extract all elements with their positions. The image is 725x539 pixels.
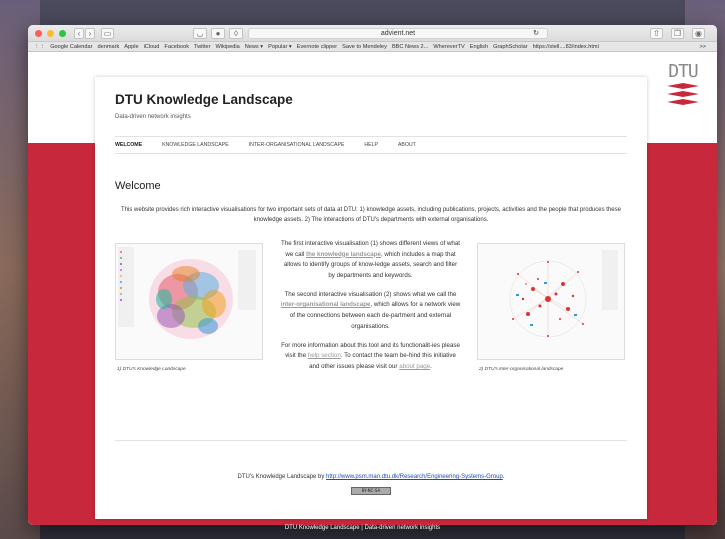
downloads-icon[interactable]: ◉	[692, 28, 705, 39]
address-bar[interactable]: advient.net ↻	[248, 28, 548, 39]
p2-text: The second interactive visualisation (2)…	[284, 290, 457, 298]
apps-grid-icon[interactable]: ⋮⋮	[34, 44, 45, 50]
knowledge-landscape-map-image	[116, 244, 262, 359]
inter-organisational-landscape-link[interactable]: inter-organisational landscape	[281, 301, 371, 308]
bookmark-item[interactable]: BBC News 2...	[392, 44, 428, 50]
site-subtitle: Data-driven network insights	[115, 114, 191, 120]
intro-paragraph: This website provides rich interactive v…	[121, 207, 621, 223]
evernote-icon[interactable]: ●	[211, 28, 225, 39]
browser-window: ‹ › ▭ ◡ ● ◊ advient.net ↻ ⇧ ❐ ◉ ⋮⋮ Googl…	[28, 25, 717, 525]
window-controls	[35, 29, 66, 37]
caption-inter-organisational: 2) DTU's Inter-organisational landscape	[479, 367, 564, 372]
bookmark-item[interactable]: News ▾	[245, 44, 263, 50]
caption-knowledge-landscape: 1) DTU's Knowledge Landscape	[117, 367, 186, 372]
knowledge-landscape-link[interactable]: the knowledge landscape	[306, 251, 381, 258]
nav-inter-organisational-landscape[interactable]: INTER-ORGANISATIONAL LANDSCAPE	[249, 142, 345, 148]
bookmarks-overflow-button[interactable]: >>	[699, 44, 706, 50]
nav-knowledge-landscape[interactable]: KNOWLEDGE LANDSCAPE	[162, 142, 229, 148]
description-paragraph-2: The second interactive visualisation (2)…	[280, 290, 461, 332]
bookmark-item[interactable]: iCloud	[144, 44, 160, 50]
minimize-window-button[interactable]	[47, 29, 54, 37]
bookmark-item[interactable]: GraphScholar	[493, 44, 528, 50]
bookmark-item[interactable]: English	[470, 44, 488, 50]
bookmark-item[interactable]: Popular ▾	[268, 44, 292, 50]
share-icon[interactable]: ⇧	[650, 28, 663, 39]
footer: DTU's Knowledge Landscape by http://www.…	[95, 474, 647, 480]
description-text: The first interactive visualisation (1) …	[280, 239, 461, 381]
bookmark-item[interactable]: Facebook	[164, 44, 189, 50]
about-page-link[interactable]: about page	[399, 363, 430, 370]
zoom-window-button[interactable]	[59, 29, 66, 37]
site-title[interactable]: DTU Knowledge Landscape	[115, 92, 293, 107]
bookmarks-bar: ⋮⋮ Google Calendar denmark Apple iCloud …	[28, 42, 717, 52]
footer-end: .	[502, 474, 505, 480]
dtu-logo-waves-icon	[667, 83, 699, 105]
creative-commons-badge[interactable]: BY-NC-SA	[351, 487, 391, 495]
page-viewport: DTU DTU Knowledge Landscape Data-driven …	[28, 53, 717, 525]
bookmark-item[interactable]: denmark	[97, 44, 119, 50]
inter-organisational-thumbnail[interactable]	[477, 243, 625, 360]
footer-divider	[115, 440, 627, 441]
p3-text-end: .	[430, 362, 432, 370]
knowledge-landscape-thumbnail[interactable]	[115, 243, 263, 360]
help-section-link[interactable]: help section	[308, 352, 341, 359]
content-card: DTU Knowledge Landscape Data-driven netw…	[95, 77, 647, 519]
bookmark-item[interactable]: Save to Mendeley	[342, 44, 387, 50]
page-heading: Welcome	[115, 180, 161, 192]
reload-icon[interactable]: ↻	[533, 29, 539, 38]
nav-welcome[interactable]: WELCOME	[115, 142, 142, 148]
pocket-icon[interactable]: ◡	[193, 28, 207, 39]
bookmark-item[interactable]: Apple	[124, 44, 138, 50]
browser-toolbar: ‹ › ▭ ◡ ● ◊ advient.net ↻ ⇧ ❐ ◉	[28, 25, 717, 42]
footer-link[interactable]: http://www.psm.man.dtu.dk/Research/Engin…	[326, 474, 503, 480]
description-paragraph-1: The first interactive visualisation (1) …	[280, 239, 461, 281]
extension-icon[interactable]: ◊	[229, 28, 243, 39]
nav-about[interactable]: ABOUT	[398, 142, 416, 148]
footer-text: DTU's Knowledge Landscape by	[237, 474, 327, 480]
main-nav: WELCOME KNOWLEDGE LANDSCAPE INTER-ORGANI…	[115, 136, 627, 154]
bookmark-item[interactable]: https://stell....83/index.html	[533, 44, 599, 50]
bookmark-item[interactable]: Wikipedia	[215, 44, 239, 50]
forward-button[interactable]: ›	[85, 27, 95, 39]
bookmark-item[interactable]: Evernote clipper	[297, 44, 337, 50]
nav-help[interactable]: HELP	[364, 142, 378, 148]
inter-organisational-network-image	[478, 244, 624, 359]
sidebar-icon[interactable]: ▭	[101, 27, 114, 39]
url-text: advient.net	[380, 30, 416, 37]
dtu-logo-text: DTU	[668, 61, 699, 82]
dtu-logo[interactable]: DTU	[663, 63, 703, 116]
description-paragraph-3: For more information about this tool and…	[280, 341, 461, 373]
window-caption: DTU Knowledge Landscape | Data-driven ne…	[284, 525, 441, 531]
bookmark-item[interactable]: Twitter	[194, 44, 210, 50]
back-button[interactable]: ‹	[74, 27, 84, 39]
license-text: BY-NC-SA	[361, 488, 381, 493]
close-window-button[interactable]	[35, 29, 42, 37]
tabs-icon[interactable]: ❐	[671, 28, 684, 39]
bookmark-item[interactable]: WhereverTV	[433, 44, 464, 50]
bookmark-item[interactable]: Google Calendar	[50, 44, 92, 50]
